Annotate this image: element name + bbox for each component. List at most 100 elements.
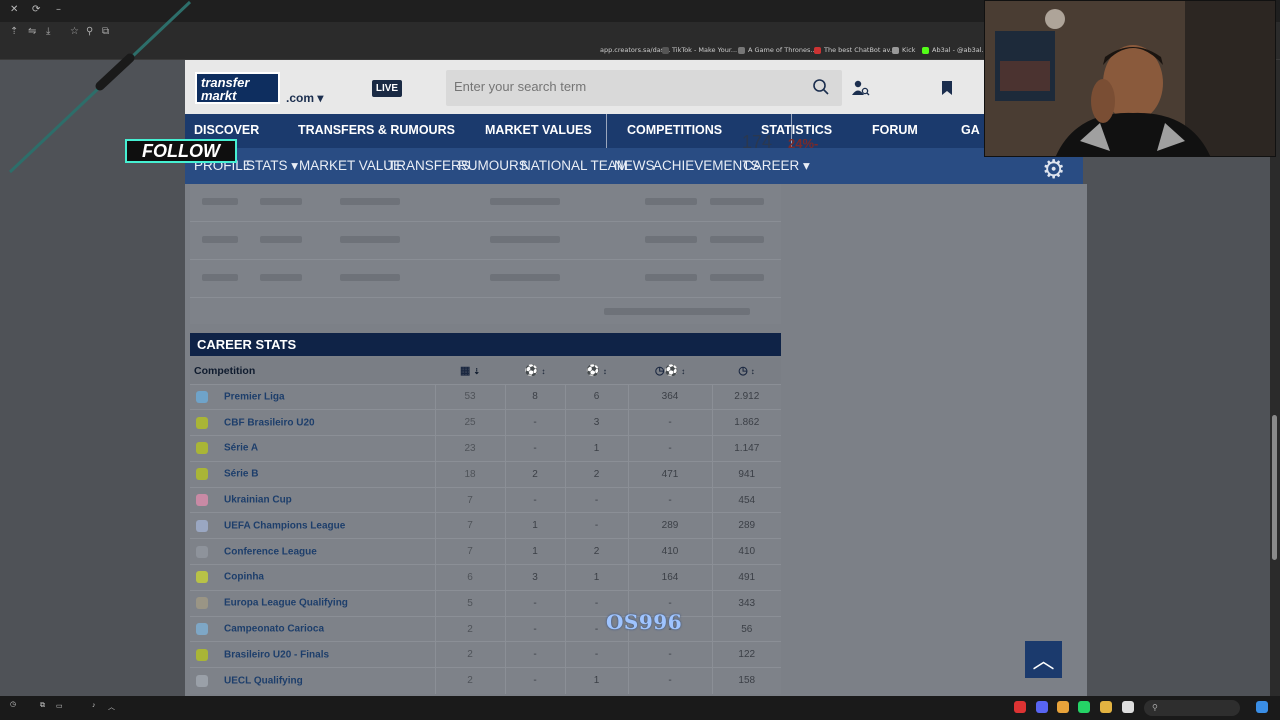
scrollbar-thumb[interactable]: [1272, 415, 1277, 560]
cell-name: Copinha: [190, 564, 435, 591]
bookmark-label: app.creators.sa/das...: [600, 46, 671, 54]
bookmark-item[interactable]: TikTok - Make Your...: [662, 46, 737, 54]
competition-link[interactable]: Campeonato Carioca: [224, 624, 324, 635]
gear-icon[interactable]: ⚙: [1042, 156, 1070, 184]
cell-assists: 1: [564, 564, 628, 591]
stat-value: 8: [532, 391, 538, 403]
competition-logo-icon: [196, 648, 208, 661]
main-navigation: DISCOVER TRANSFERS & RUMOURS MARKET VALU…: [185, 114, 985, 148]
stat-value: 7: [467, 520, 473, 532]
cell-apps: 5: [434, 589, 505, 617]
nav-competitions[interactable]: COMPETITIONS: [627, 123, 722, 137]
bookmark-item[interactable]: A Game of Thrones...: [738, 46, 817, 54]
cell-assists: -: [564, 641, 628, 668]
stat-value: 1: [593, 571, 600, 583]
stat-value: 5: [467, 597, 473, 609]
nav-market-values[interactable]: MARKET VALUES: [485, 123, 592, 137]
competition-link[interactable]: Ukrainian Cup: [224, 495, 292, 506]
subnav-stats[interactable]: STATS ▾: [246, 158, 298, 174]
stat-value: 2: [593, 468, 600, 480]
follow-overlay-button[interactable]: FOLLOW: [125, 139, 237, 163]
sort-minutes-per-goal[interactable]: ◷⚽ ↕: [628, 358, 712, 384]
cell-minutes: 1.862: [711, 409, 781, 436]
sort-assists[interactable]: ⚽ ↕: [565, 358, 628, 384]
notification-icon[interactable]: ⧉: [40, 702, 45, 710]
folder-icon[interactable]: [1100, 701, 1112, 713]
search-icon[interactable]: [812, 78, 830, 96]
live-button[interactable]: LIVE: [372, 80, 402, 97]
taskbar-search[interactable]: ⚲: [1144, 700, 1240, 716]
competition-link[interactable]: UECL Qualifying: [224, 676, 303, 687]
stat-value: 2.912: [734, 391, 760, 403]
competition-link[interactable]: UEFA Champions League: [224, 521, 345, 532]
stat-value: 122: [738, 649, 756, 661]
nav-forum[interactable]: FORUM: [872, 123, 918, 137]
cell-minutes: 289: [711, 512, 781, 539]
cell-minutes: 56: [711, 615, 781, 642]
mic-icon[interactable]: ♪: [92, 702, 96, 709]
stat-value: 289: [738, 520, 756, 532]
subnav-market-value[interactable]: MARKET VALUE: [299, 158, 402, 173]
bookmark-item[interactable]: The best ChatBot av...: [814, 46, 896, 54]
monitor-icon[interactable]: ▭: [56, 702, 63, 710]
bookmark-label: TikTok - Make Your...: [672, 46, 738, 54]
faded-row: [190, 260, 781, 298]
stat-value: 7: [467, 494, 473, 506]
ball-icon: ⚽: [524, 365, 539, 378]
table-row: UECL Qualifying 2 - 1 - 158: [190, 667, 781, 694]
stat-value: 364: [661, 391, 679, 403]
search-input[interactable]: [454, 79, 794, 94]
chrome-icon[interactable]: [1057, 701, 1069, 713]
sort-goals[interactable]: ⚽ ↕: [505, 358, 565, 384]
bookmark-item[interactable]: Ab3al - @ab3al...: [922, 46, 988, 54]
scroll-to-top-button[interactable]: ︿: [1025, 641, 1062, 678]
cell-minutes: 2.912: [711, 383, 781, 410]
stat-value: 410: [661, 546, 679, 558]
search-box: [446, 70, 842, 106]
cell-minutes: 941: [711, 460, 781, 488]
subnav-career[interactable]: CAREER ▾: [743, 158, 810, 174]
competition-link[interactable]: Premier Liga: [224, 392, 285, 403]
bookmark-label: A Game of Thrones...: [748, 46, 817, 54]
competition-link[interactable]: Europa League Qualifying: [224, 598, 348, 609]
bookmark-item[interactable]: app.creators.sa/das...: [600, 46, 670, 54]
got-icon: [738, 46, 745, 54]
app-icon[interactable]: [1014, 701, 1026, 713]
stat-value: -: [668, 597, 672, 609]
competition-link[interactable]: Copinha: [224, 572, 264, 583]
stat-value: 6: [467, 571, 473, 583]
sort-minutes[interactable]: ◷ ↕: [712, 358, 781, 384]
transfermarkt-logo[interactable]: transfer markt: [195, 72, 280, 104]
competition-link[interactable]: Série B: [224, 469, 258, 480]
competition-link[interactable]: Série A: [224, 443, 258, 454]
sort-appearances[interactable]: ▦ ⇣: [435, 358, 505, 384]
sort-arrow-icon: ↕: [541, 367, 546, 377]
user-search-icon[interactable]: [852, 80, 870, 99]
cell-minutes: 1.147: [711, 435, 781, 462]
competition-link[interactable]: Conference League: [224, 546, 317, 557]
discord-icon[interactable]: [1036, 701, 1048, 713]
bookmark-icon[interactable]: [940, 80, 954, 99]
bookmark-item[interactable]: Kick: [892, 46, 915, 54]
domain-selector[interactable]: .com ▾: [286, 91, 323, 105]
nav-discover[interactable]: DISCOVER: [194, 123, 259, 137]
notes-icon[interactable]: [1122, 701, 1134, 713]
subnav-national-team[interactable]: NATIONAL TEAM: [521, 158, 628, 173]
subnav-rumours[interactable]: RUMOURS: [458, 158, 528, 173]
stat-value: 18: [464, 468, 476, 480]
stat-value: 343: [738, 597, 756, 609]
nav-games[interactable]: GA: [961, 123, 980, 137]
cell-apps: 2: [434, 667, 505, 694]
whatsapp-icon[interactable]: [1078, 701, 1090, 713]
windows-start-icon[interactable]: [1256, 701, 1268, 713]
subnav-news[interactable]: NEWS: [614, 158, 655, 173]
stat-value: 2: [467, 623, 473, 635]
competition-link[interactable]: Brasileiro U20 - Finals: [224, 650, 329, 661]
sort-arrow-icon: ↕: [681, 367, 686, 377]
cell-mpg: 410: [627, 538, 712, 565]
competition-link[interactable]: CBF Brasileiro U20: [224, 417, 315, 428]
stat-value: 2: [532, 468, 538, 480]
stat-value: 289: [661, 520, 679, 532]
chevron-up-icon[interactable]: ︿: [108, 702, 115, 712]
nav-transfers-rumours[interactable]: TRANSFERS & RUMOURS: [298, 123, 455, 137]
